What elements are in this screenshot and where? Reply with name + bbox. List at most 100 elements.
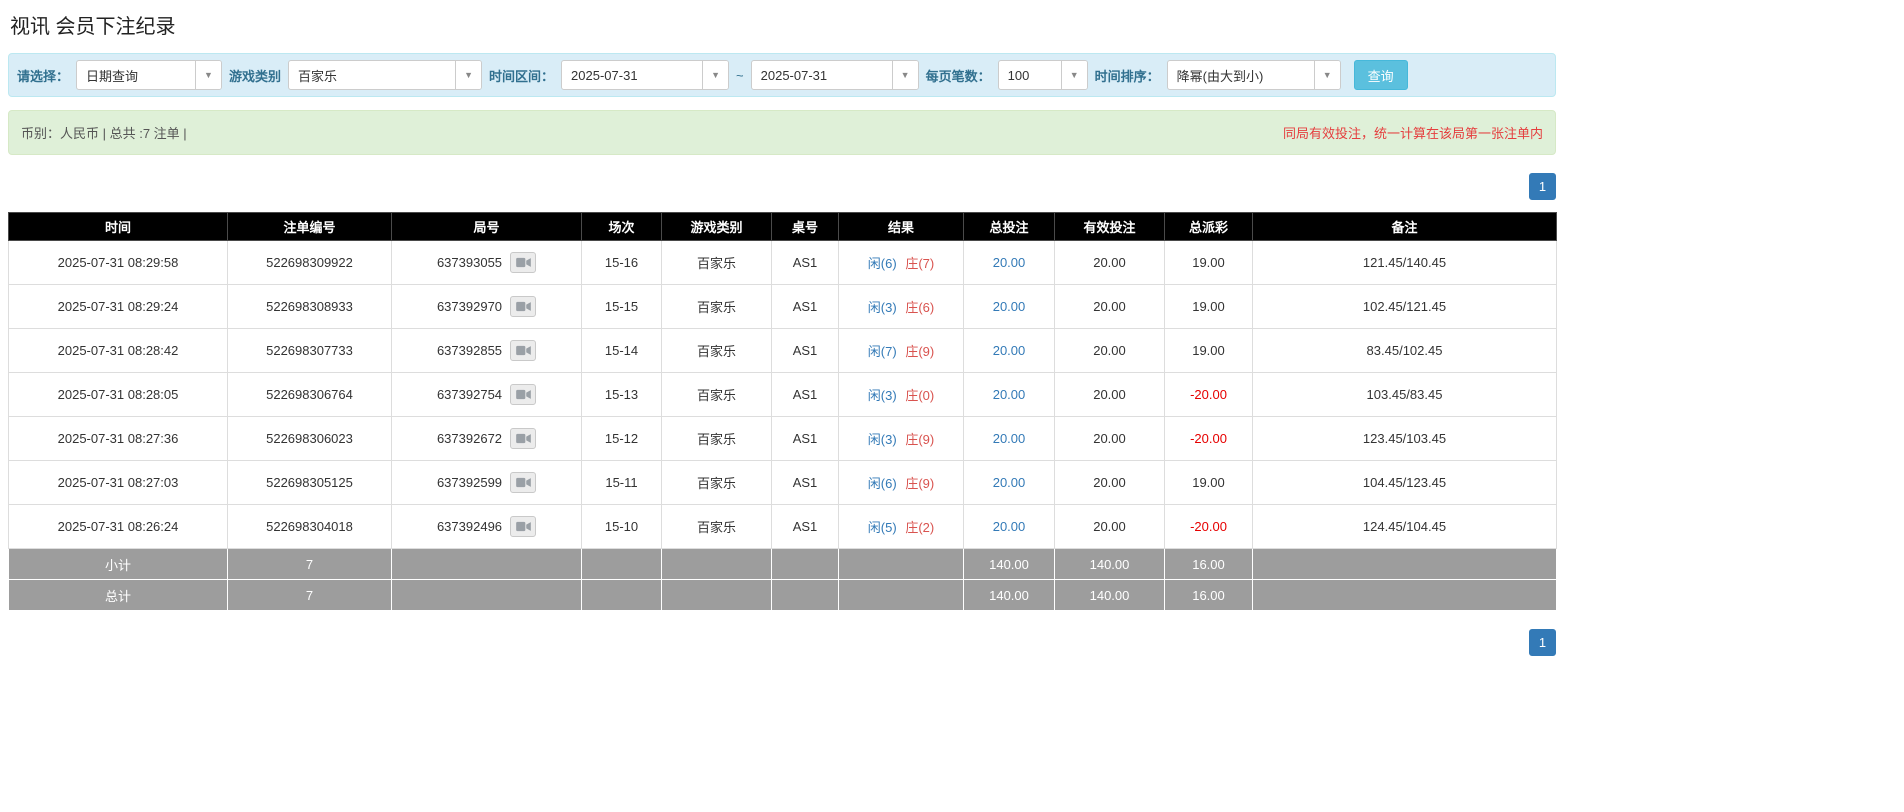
chevron-down-icon[interactable]: ▼ [1313,61,1340,89]
chevron-down-icon[interactable]: ▼ [891,61,918,89]
subtotal-count: 7 [227,548,392,580]
result-cell: 闲(7) 庄(9) [838,328,964,373]
summary-bar: 币别：人民币 | 总共 :7 注单 | 同局有效投注，统一计算在该局第一张注单内 [8,110,1556,155]
sort-order-select[interactable]: 降幂(由大到小) ▼ [1166,60,1341,90]
video-replay-button[interactable] [510,296,537,317]
col-bet-id: 注单编号 [227,212,392,241]
date-from-select[interactable]: 2025-07-31 ▼ [561,60,730,90]
total-bet-link[interactable]: 20.00 [993,343,1026,358]
page-1-button[interactable]: 1 [1529,173,1556,200]
round-cell: 637392672 [391,416,582,461]
total-bet-cell: 20.00 [963,372,1055,417]
result-banker: 庄(9) [905,432,935,447]
summary-currency-count: 币别：人民币 | 总共 :7 注单 | [21,126,187,141]
payout-cell: 19.00 [1164,284,1253,329]
col-table-no: 桌号 [771,212,839,241]
table-row: 2025-07-31 08:28:05 522698306764 6373927… [8,372,1557,417]
page-root: 视讯 会员下注纪录 请选择： 日期查询 ▼ 游戏类别 百家乐 ▼ 时间区间： 2… [0,0,1904,662]
time-cell: 2025-07-31 08:29:58 [8,240,228,285]
note-cell: 124.45/104.45 [1252,504,1557,549]
subtotal-total-bet: 140.00 [963,548,1055,580]
round-id: 637392672 [436,431,503,446]
note-cell: 121.45/140.45 [1252,240,1557,285]
round-id: 637392496 [436,519,503,534]
sort-label: 时间排序： [1094,68,1160,84]
col-game-type: 游戏类别 [661,212,772,241]
date-mode-select[interactable]: 日期查询 ▼ [76,60,223,90]
total-bet-link[interactable]: 20.00 [993,475,1026,490]
page-size-select[interactable]: 100 ▼ [997,60,1088,90]
payout-cell: 19.00 [1164,240,1253,285]
col-total-bet: 总投注 [963,212,1055,241]
payout-cell: -20.00 [1164,372,1253,417]
game-type-select[interactable]: 百家乐 ▼ [288,60,483,90]
subtotal-payout: 16.00 [1164,548,1253,580]
total-bet-link[interactable]: 20.00 [993,519,1026,534]
total-payout: 16.00 [1164,579,1253,611]
result-cell: 闲(6) 庄(7) [838,240,964,285]
table-no-cell: AS1 [771,328,839,373]
result-player: 闲(6) [867,476,897,491]
result-cell: 闲(3) 庄(6) [838,284,964,329]
game-type-value: 百家乐 [298,68,338,84]
video-icon [515,521,531,532]
table-row: 2025-07-31 08:27:03 522698305125 6373925… [8,460,1557,505]
result-banker: 庄(6) [905,300,935,315]
tilde-separator: ~ [736,67,744,83]
result-cell: 闲(3) 庄(0) [838,372,964,417]
video-replay-button[interactable] [510,428,537,449]
result-cell: 闲(5) 庄(2) [838,504,964,549]
total-bet-link[interactable]: 20.00 [993,387,1026,402]
time-cell: 2025-07-31 08:26:24 [8,504,228,549]
session-cell: 15-12 [581,416,662,461]
time-cell: 2025-07-31 08:28:42 [8,328,228,373]
table-body: 2025-07-31 08:29:58 522698309922 6373930… [8,240,1557,549]
bet-id-cell: 522698309922 [227,240,392,285]
bet-id-cell: 522698305125 [227,460,392,505]
date-to-select[interactable]: 2025-07-31 ▼ [750,60,919,90]
payout-value: 19.00 [1192,299,1225,314]
total-bet-link[interactable]: 20.00 [993,255,1026,270]
video-replay-button[interactable] [510,384,537,405]
game-type-cell: 百家乐 [661,284,772,329]
page-size-value: 100 [1007,67,1030,83]
total-bet-link[interactable]: 20.00 [993,431,1026,446]
valid-bet-cell: 20.00 [1054,240,1165,285]
result-banker: 庄(2) [905,520,935,535]
note-cell: 123.45/103.45 [1252,416,1557,461]
total-count: 7 [227,579,392,611]
chevron-down-icon[interactable]: ▼ [702,61,729,89]
round-id: 637392855 [436,343,503,358]
search-button[interactable]: 查询 [1353,60,1408,90]
total-bet-cell: 20.00 [963,460,1055,505]
date-mode-value: 日期查询 [86,68,139,84]
payout-value: 19.00 [1192,475,1225,490]
col-time: 时间 [8,212,228,241]
col-round-id: 局号 [391,212,582,241]
col-valid-bet: 有效投注 [1054,212,1165,241]
video-replay-button[interactable] [510,516,537,537]
valid-bet-cell: 20.00 [1054,372,1165,417]
table-no-cell: AS1 [771,240,839,285]
video-replay-button[interactable] [510,472,537,493]
table-row: 2025-07-31 08:29:24 522698308933 6373929… [8,284,1557,329]
video-replay-button[interactable] [510,252,537,273]
page-1-button[interactable]: 1 [1529,629,1556,656]
game-type-cell: 百家乐 [661,328,772,373]
result-player: 闲(5) [867,520,897,535]
total-bet-cell: 20.00 [963,416,1055,461]
video-replay-button[interactable] [510,340,537,361]
chevron-down-icon[interactable]: ▼ [1060,61,1087,89]
chevron-down-icon[interactable]: ▼ [195,61,222,89]
time-cell: 2025-07-31 08:29:24 [8,284,228,329]
valid-bet-cell: 20.00 [1054,416,1165,461]
chevron-down-icon[interactable]: ▼ [455,61,482,89]
payout-value: 19.00 [1192,255,1225,270]
video-icon [515,433,531,444]
bet-records-table: 时间 注单编号 局号 场次 游戏类别 桌号 结果 总投注 有效投注 总派彩 备注… [8,212,1557,611]
page-title: 视讯 会员下注纪录 [10,16,176,38]
result-banker: 庄(9) [905,476,935,491]
bet-id-cell: 522698306764 [227,372,392,417]
total-bet-link[interactable]: 20.00 [993,299,1026,314]
total-label: 总计 [8,579,228,611]
